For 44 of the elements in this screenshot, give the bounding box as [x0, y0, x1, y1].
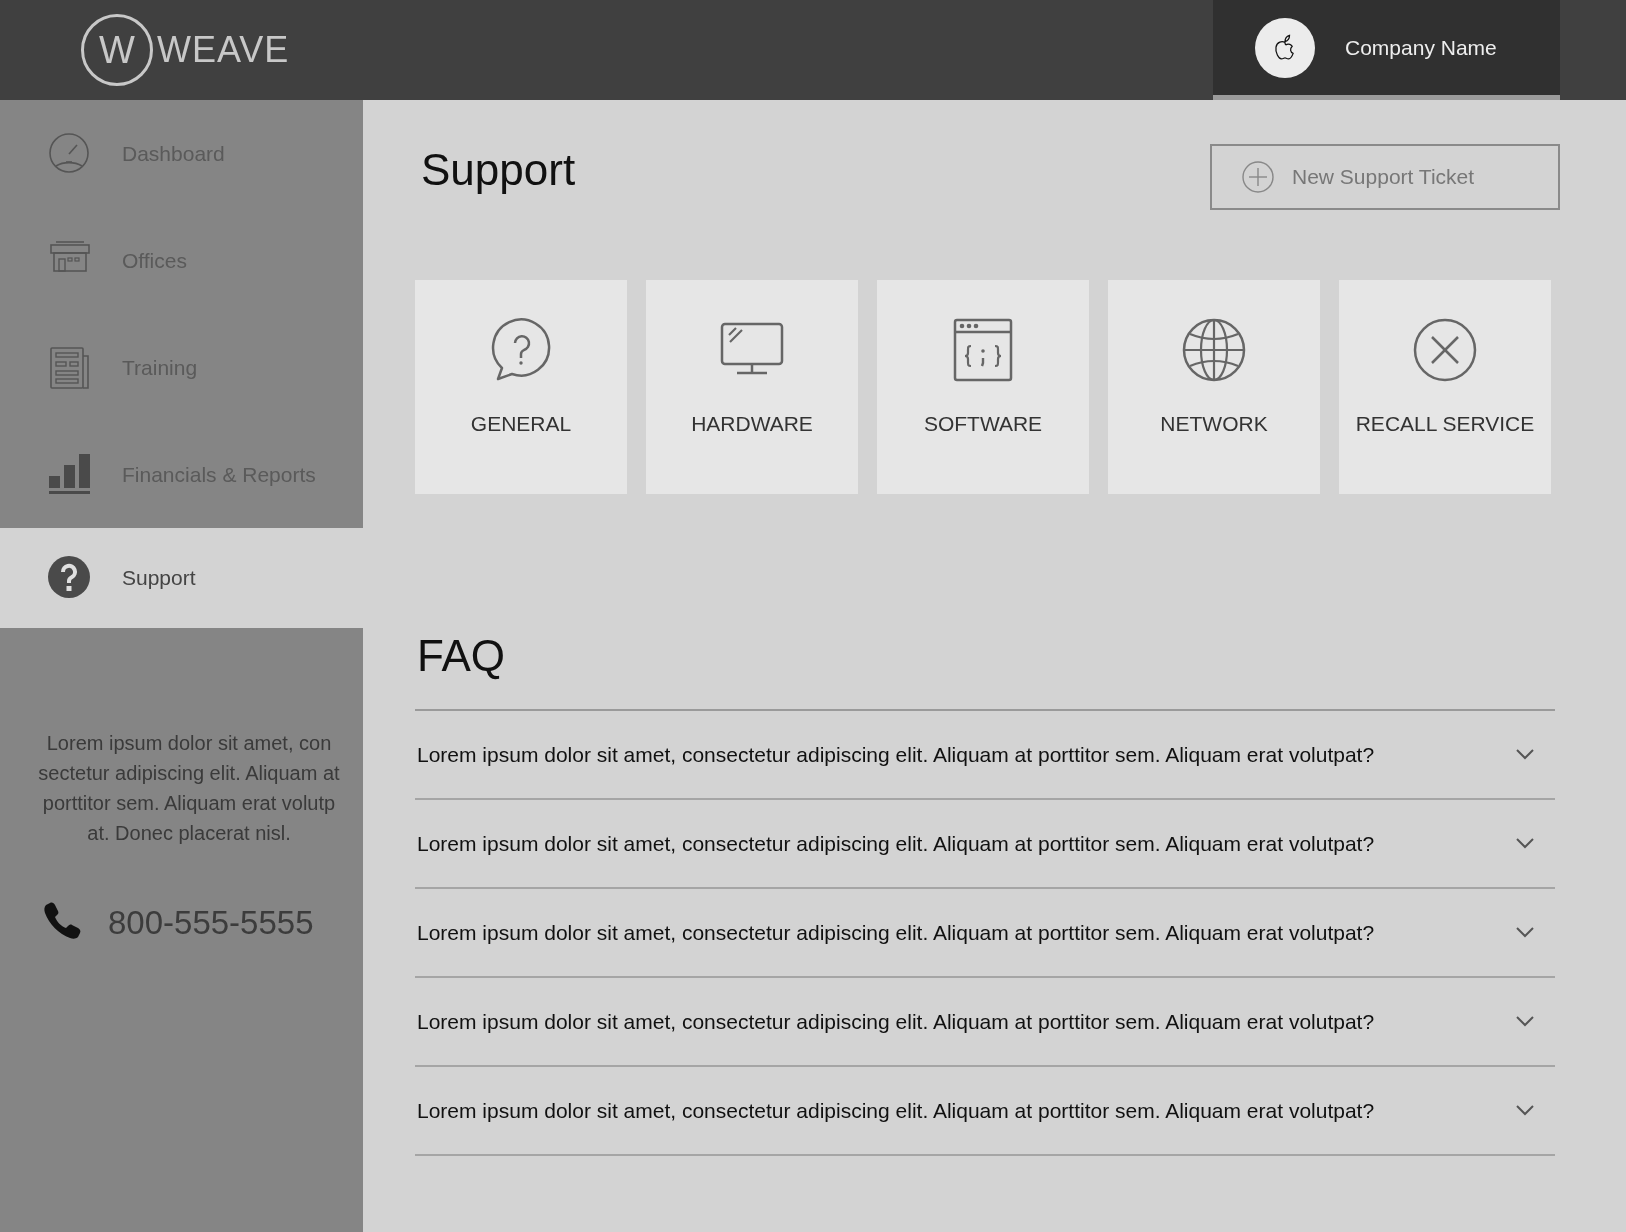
company-menu[interactable]: Company Name	[1213, 0, 1560, 100]
faq-title: FAQ	[417, 630, 507, 682]
faq-item[interactable]: Lorem ipsum dolor sit amet, consectetur adipiscing elit. Aliquam at porttitor sem. Aliquam erat volutpat?	[415, 977, 1555, 1067]
chevron-down-icon	[1515, 748, 1535, 761]
faq-item[interactable]: Lorem ipsum dolor sit amet, consectetur adipiscing elit. Aliquam at porttitor sem. Aliquam erat volutpat?	[415, 710, 1555, 800]
phone-number: 800-555-5555	[108, 903, 314, 943]
company-name: Company Name	[1345, 34, 1497, 61]
category-tile[interactable]: NETWORK	[1108, 280, 1320, 494]
category-tile[interactable]: SOFTWARE	[877, 280, 1089, 494]
category-label: NETWORK	[1160, 411, 1268, 437]
faq-item[interactable]: Lorem ipsum dolor sit amet, consectetur adipiscing elit. Aliquam at porttitor sem. Aliquam erat volutpat?	[415, 888, 1555, 978]
chevron-down-icon	[1515, 1015, 1535, 1028]
faq-question: Lorem ipsum dolor sit amet, consectetur adipiscing elit. Aliquam at porttitor sem. Aliquam erat volutpat?	[417, 1008, 1375, 1035]
category-label: HARDWARE	[691, 411, 813, 437]
sidebar-item[interactable]: Support	[0, 528, 363, 628]
plus-circle-icon	[1242, 161, 1274, 193]
category-label: SOFTWARE	[923, 411, 1043, 437]
circle-x-icon	[1413, 318, 1477, 382]
chevron-down-icon	[1515, 837, 1535, 850]
faq-item[interactable]: Lorem ipsum dolor sit amet, consectetur adipiscing elit. Aliquam at porttitor sem. Aliquam erat volutpat?	[415, 799, 1555, 889]
newspaper-icon	[48, 345, 92, 390]
chevron-down-icon	[1515, 926, 1535, 939]
code-window-icon	[951, 318, 1015, 382]
faq-question: Lorem ipsum dolor sit amet, consectetur adipiscing elit. Aliquam at porttitor sem. Aliquam erat volutpat?	[417, 919, 1375, 946]
gauge-icon	[48, 131, 92, 176]
category-tile[interactable]: HARDWARE	[646, 280, 858, 494]
faq-question: Lorem ipsum dolor sit amet, consectetur adipiscing elit. Aliquam at porttitor sem. Aliquam erat volutpat?	[417, 830, 1375, 857]
logo-mark: W	[81, 14, 153, 86]
help-icon	[48, 556, 92, 600]
logo-text: WEAVE	[157, 28, 290, 72]
faq-question: Lorem ipsum dolor sit amet, consectetur adipiscing elit. Aliquam at porttitor sem. Aliquam erat volutpat?	[417, 1097, 1375, 1124]
sidebar-text: Lorem ipsum dolor sit amet, con sectetur adipiscing elit. Aliquam at porttitor sem. Aliquam erat volutp at. Donec placerat nisl.	[37, 731, 341, 846]
nav-label: Support	[122, 565, 196, 592]
bar-chart-icon	[48, 452, 92, 497]
category-tile[interactable]: RECALL SERVICE	[1339, 280, 1551, 494]
faq-item[interactable]: Lorem ipsum dolor sit amet, consectetur adipiscing elit. Aliquam at porttitor sem. Aliquam erat volutpat?	[415, 1066, 1555, 1156]
category-label: RECALL SERVICE	[1355, 411, 1535, 437]
chevron-down-icon	[1515, 1104, 1535, 1117]
globe-icon	[1182, 318, 1246, 382]
speech-bubble-question-icon	[489, 318, 553, 382]
category-tile[interactable]: GENERAL	[415, 280, 627, 494]
page-title: Support	[421, 144, 576, 196]
faq-question: Lorem ipsum dolor sit amet, consectetur adipiscing elit. Aliquam at porttitor sem. Aliquam erat volutpat?	[417, 741, 1375, 768]
category-label: GENERAL	[470, 411, 572, 437]
